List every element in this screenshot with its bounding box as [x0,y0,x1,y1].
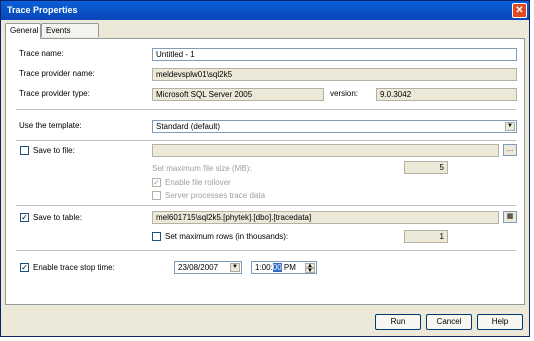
stop-time-checkbox[interactable]: ✓ [20,263,29,272]
separator [16,205,516,206]
stop-time-suffix: PM [281,263,296,272]
stop-time-prefix: 1:00: [255,263,273,272]
provider-name-label: Trace provider name: [19,69,95,78]
template-label: Use the template: [19,121,82,130]
run-button[interactable]: Run [375,314,421,330]
window-title: Trace Properties [7,5,78,15]
separator [16,109,516,110]
max-rows-label: Set maximum rows (in thousands): [165,232,289,241]
version-label: version: [330,89,359,98]
help-button[interactable]: Help [477,314,523,330]
separator [16,250,516,251]
save-to-table-label: Save to table: [33,213,82,222]
general-panel: Trace name: Untitled - 1 Trace provider … [5,38,525,305]
tab-events-selection[interactable]: Events Selection [41,23,99,49]
provider-type-field: Microsoft SQL Server 2005 [152,88,324,101]
version-field: 9.0.3042 [376,88,517,101]
template-select[interactable]: Standard (default) ▼ [152,120,517,133]
max-file-size-field: 5 [404,161,448,174]
separator [16,140,516,141]
stop-time-selected-segment[interactable]: 00 [272,263,282,272]
save-file-path-field [152,144,499,157]
template-value: Standard (default) [156,122,221,131]
stop-time-input[interactable]: 1:00:00 PM ▲ ▼ [251,261,317,274]
cancel-button[interactable]: Cancel [426,314,472,330]
stop-time-label: Enable trace stop time: [33,263,115,272]
save-to-file-label: Save to file: [33,146,75,155]
server-processes-label: Server processes trace data [165,191,266,200]
max-rows-field: 1 [404,230,448,243]
trace-name-label: Trace name: [19,49,64,58]
provider-name-field: meldevsplw01\sql2k5 [152,68,517,81]
enable-rollover-label: Enable file rollover [165,178,231,187]
save-table-field: mel601715\sql2k5.[phytek].[dbo].[traceda… [152,211,499,224]
browse-file-icon[interactable]: … [503,144,517,156]
save-to-table-checkbox[interactable]: ✓ [20,213,29,222]
trace-name-input[interactable]: Untitled - 1 [152,48,517,61]
spin-down-icon[interactable]: ▼ [305,268,315,273]
provider-type-label: Trace provider type: [19,89,90,98]
max-rows-checkbox[interactable] [152,232,161,241]
tab-general[interactable]: General [5,23,41,39]
enable-rollover-checkbox[interactable]: ✓ [152,178,161,187]
save-to-file-checkbox[interactable] [20,146,29,155]
stop-date-picker[interactable]: 23/08/2007 ▼ [174,261,242,274]
max-file-size-label: Set maximum file size (MB): [152,164,252,173]
chevron-down-icon[interactable]: ▼ [505,122,515,131]
trace-properties-window: Trace Properties ✕ General Events Select… [0,0,530,337]
chevron-down-icon[interactable]: ▼ [230,263,240,272]
table-picker-icon[interactable]: ▦ [503,211,517,223]
close-icon[interactable]: ✕ [512,3,527,18]
stop-date-value: 23/08/2007 [178,263,219,272]
title-bar: Trace Properties ✕ [1,1,529,20]
server-processes-checkbox[interactable] [152,191,161,200]
